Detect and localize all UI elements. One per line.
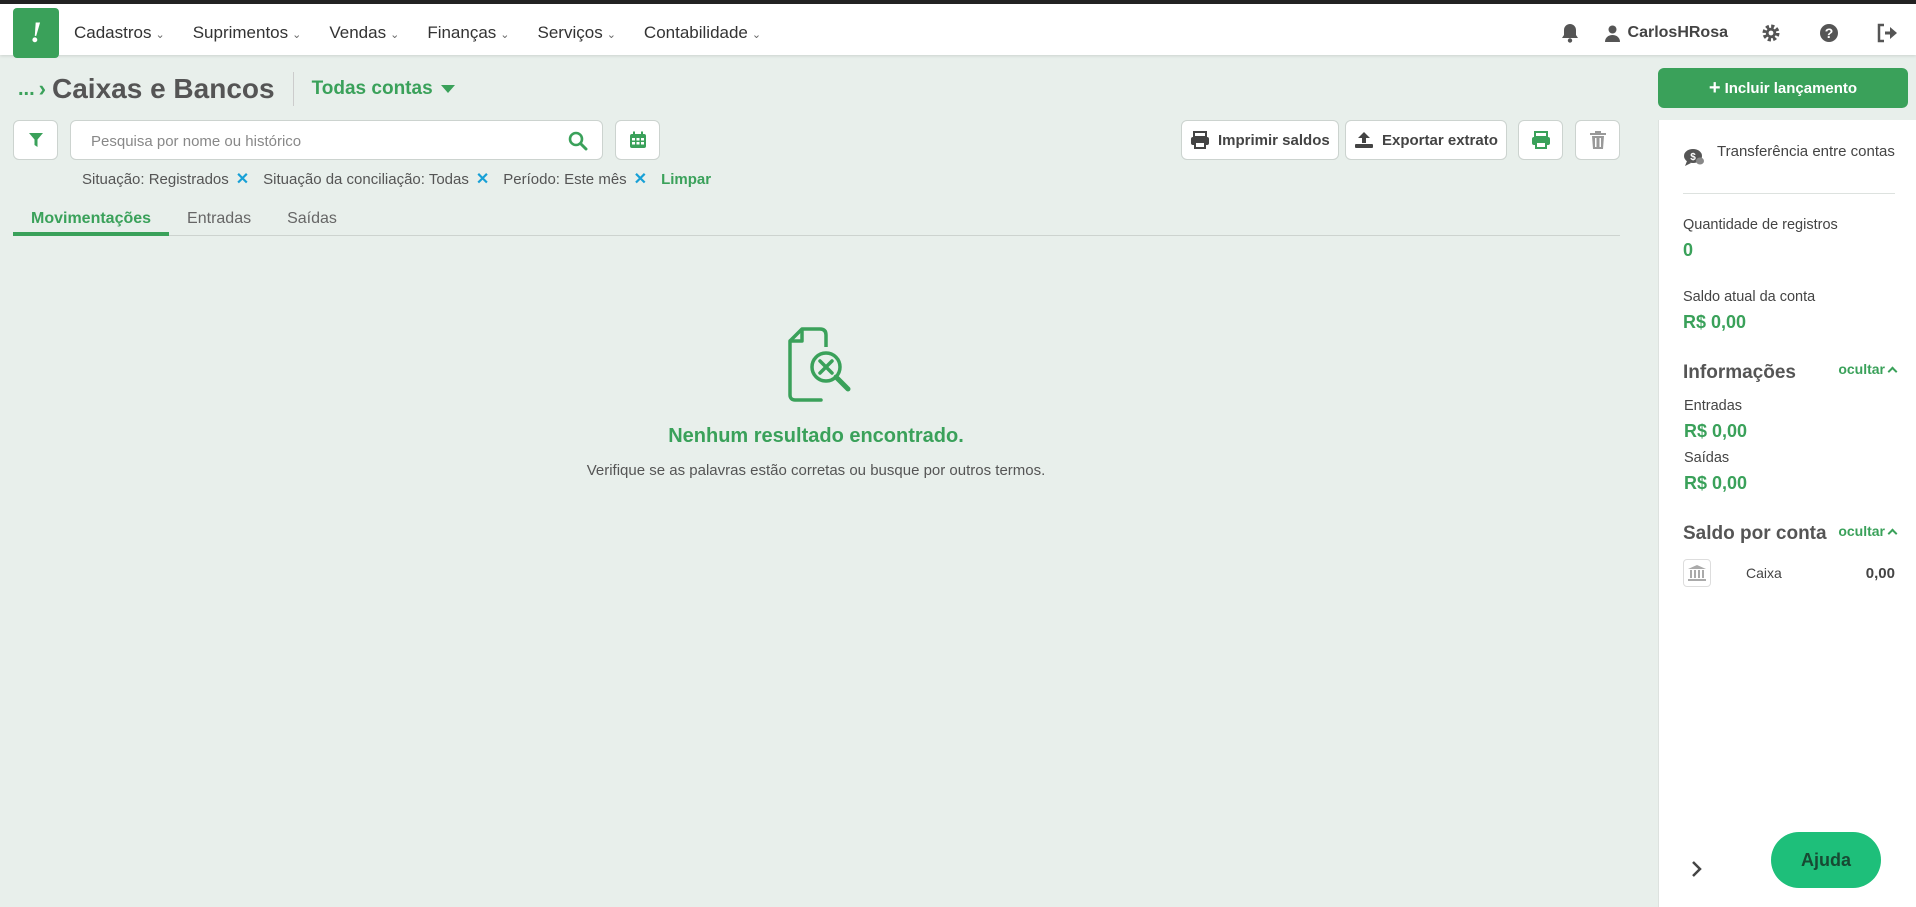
filter-chip: Situação da conciliação: Todas ✕ xyxy=(263,169,490,189)
question-icon: ? xyxy=(1820,24,1838,42)
print-balances-button[interactable]: Imprimir saldos xyxy=(1181,120,1339,160)
account-balance: 0,00 xyxy=(1865,564,1895,582)
date-picker-button[interactable] xyxy=(615,120,660,160)
chevron-up-icon xyxy=(1887,366,1898,377)
chevron-right-icon[interactable] xyxy=(1691,860,1703,878)
caret-down-icon xyxy=(440,85,455,93)
tab-movimentacoes[interactable]: Movimentações xyxy=(13,208,170,236)
filter-chip: Situação: Registrados ✕ xyxy=(82,169,250,189)
document-search-icon xyxy=(788,327,851,402)
chevron-up-icon xyxy=(1887,528,1898,539)
close-icon[interactable]: ✕ xyxy=(236,169,249,189)
help-button[interactable]: ? xyxy=(1800,8,1858,58)
menu-vendas[interactable]: Vendas ⌄ xyxy=(329,23,399,43)
filter-icon xyxy=(28,133,43,147)
account-balance-row: Caixa 0,00 xyxy=(1683,558,1895,588)
notifications-button[interactable] xyxy=(1541,8,1599,58)
svg-text:$: $ xyxy=(1690,152,1696,163)
breadcrumb-back[interactable]: ... xyxy=(18,78,35,101)
user-icon xyxy=(1604,25,1620,42)
close-icon[interactable]: ✕ xyxy=(476,169,489,189)
chevron-down-icon: ⌄ xyxy=(751,28,762,41)
menu-contabilidade[interactable]: Contabilidade ⌄ xyxy=(644,23,761,43)
search-icon[interactable] xyxy=(568,131,588,151)
filter-button[interactable] xyxy=(13,120,58,160)
transfer-icon: $ xyxy=(1684,149,1704,166)
hide-balance-toggle[interactable]: ocultar xyxy=(1838,523,1898,539)
records-count-value: 0 xyxy=(1683,240,1694,260)
records-count-label: Quantidade de registros xyxy=(1683,217,1838,233)
menu-financas[interactable]: Finanças ⌄ xyxy=(427,23,509,43)
bell-icon xyxy=(1561,24,1578,43)
filter-chip: Período: Este mês ✕ xyxy=(503,169,648,189)
empty-state-title: Nenhum resultado encontrado. xyxy=(668,425,964,447)
chevron-down-icon: ⌄ xyxy=(292,28,302,41)
search-input[interactable] xyxy=(91,129,541,153)
tab-entradas[interactable]: Entradas xyxy=(169,208,269,236)
info-section-title: Informações xyxy=(1683,362,1796,383)
inflows-label: Entradas xyxy=(1684,398,1743,414)
empty-state: Nenhum resultado encontrado. Verifique s… xyxy=(480,325,1152,479)
app-logo[interactable]: ! xyxy=(13,8,59,58)
clear-filters-link[interactable]: Limpar xyxy=(661,171,711,188)
print-button[interactable] xyxy=(1518,120,1563,160)
top-right-actions: CarlosHRosa ? xyxy=(1541,8,1916,58)
logout-icon xyxy=(1877,23,1897,43)
main-menu: Cadastros ⌄ Suprimentos ⌄ Vendas ⌄ Finanças… xyxy=(74,8,789,58)
gear-icon xyxy=(1762,24,1780,42)
tab-saidas[interactable]: Saídas xyxy=(269,208,355,236)
printer-icon xyxy=(1531,131,1550,149)
breadcrumb: ... › Caixas e Bancos Todas contas xyxy=(18,72,455,106)
user-menu[interactable]: CarlosHRosa xyxy=(1604,24,1728,42)
printer-icon xyxy=(1191,131,1209,149)
outflows-label: Saídas xyxy=(1684,450,1730,466)
logout-button[interactable] xyxy=(1858,8,1916,58)
close-icon[interactable]: ✕ xyxy=(634,169,647,189)
user-name: CarlosHRosa xyxy=(1627,24,1728,41)
title-divider xyxy=(292,72,294,106)
account-name: Caixa xyxy=(1746,565,1782,581)
tabs: Movimentações Entradas Saídas xyxy=(13,208,1620,236)
menu-servicos[interactable]: Serviços ⌄ xyxy=(538,23,616,43)
menu-suprimentos[interactable]: Suprimentos ⌄ xyxy=(193,23,302,43)
current-balance-label: Saldo atual da conta xyxy=(1683,289,1816,305)
calendar-icon xyxy=(629,131,646,148)
summary-panel: $ Transferência entre contas Quantidade … xyxy=(1658,120,1916,907)
menu-cadastros[interactable]: Cadastros ⌄ xyxy=(74,23,165,43)
current-balance-value: R$ 0,00 xyxy=(1683,312,1747,332)
empty-state-subtitle: Verifique se as palavras estão corretas … xyxy=(586,462,1046,479)
chevron-down-icon: ⌄ xyxy=(500,28,510,41)
chevron-right-icon: › xyxy=(38,76,46,101)
balance-by-account-title: Saldo por conta xyxy=(1683,523,1827,544)
hide-info-toggle[interactable]: ocultar xyxy=(1838,361,1898,377)
outflows-value: R$ 0,00 xyxy=(1684,473,1748,493)
trash-icon xyxy=(1589,131,1606,149)
help-chat-button[interactable]: Ajuda xyxy=(1771,832,1881,888)
export-statement-button[interactable]: Exportar extrato xyxy=(1345,120,1507,160)
search-box xyxy=(70,120,603,160)
bank-icon xyxy=(1683,559,1711,587)
upload-icon xyxy=(1355,132,1373,148)
add-entry-button[interactable]: + Incluir lançamento xyxy=(1658,68,1908,108)
plus-icon: + xyxy=(1708,76,1721,99)
svg-text:?: ? xyxy=(1825,25,1834,41)
delete-button[interactable] xyxy=(1575,120,1620,160)
top-navbar: ! Cadastros ⌄ Suprimentos ⌄ Vendas ⌄ Finanç… xyxy=(0,0,1916,58)
inflows-value: R$ 0,00 xyxy=(1684,421,1748,441)
chevron-down-icon: ⌄ xyxy=(390,28,400,41)
active-filters: Situação: Registrados ✕ Situação da conci… xyxy=(82,169,711,189)
chevron-down-icon: ⌄ xyxy=(606,28,616,41)
settings-button[interactable] xyxy=(1742,8,1800,58)
chevron-down-icon: ⌄ xyxy=(155,28,165,41)
account-filter-dropdown[interactable]: Todas contas xyxy=(312,78,455,100)
transfer-between-accounts[interactable]: $ Transferência entre contas xyxy=(1683,142,1895,194)
page-title: Caixas e Bancos xyxy=(52,73,275,104)
